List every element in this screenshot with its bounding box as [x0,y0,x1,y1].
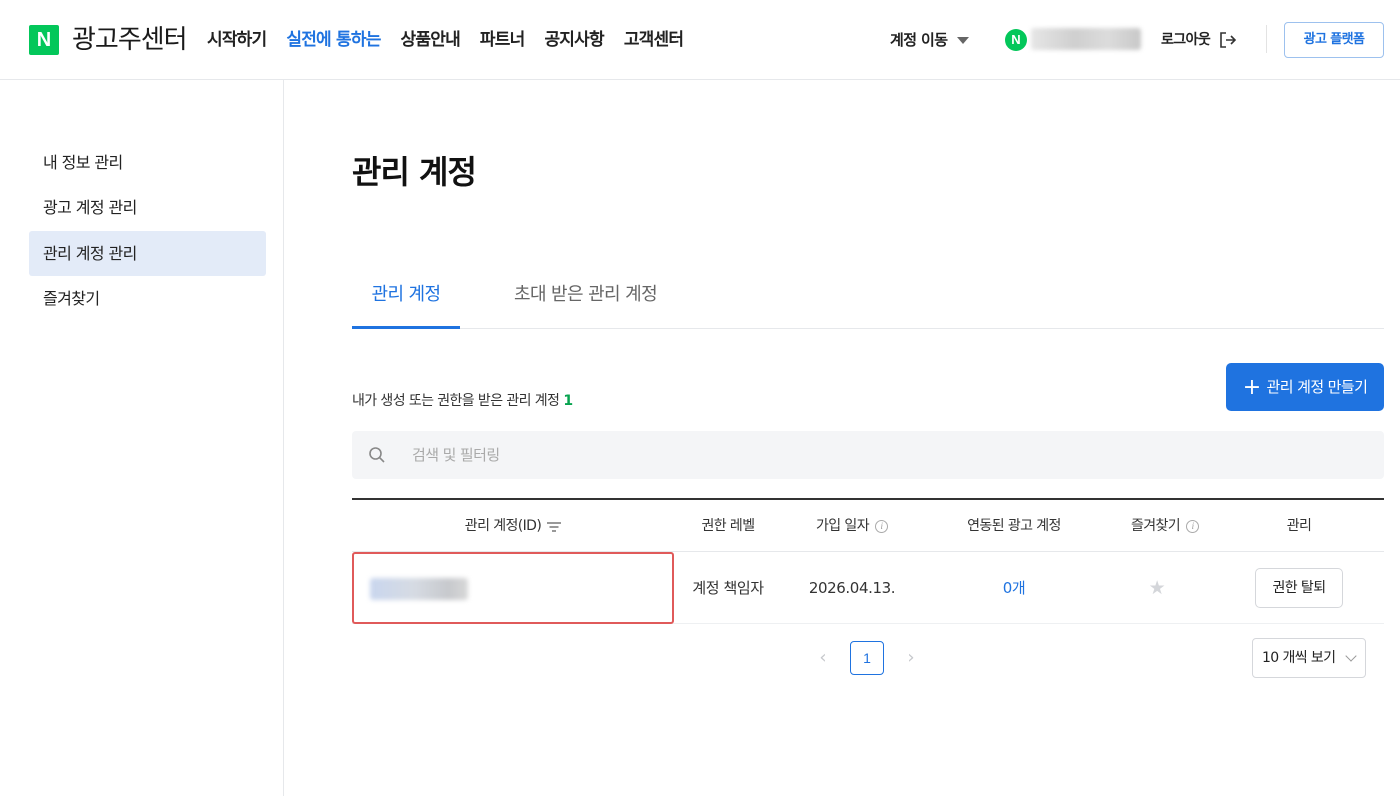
joined-date-cell: 2026.04.13. [808,579,896,597]
naver-user-icon: N [1005,29,1027,51]
next-page-icon[interactable]: › [902,641,920,675]
col-header-linked-accounts: 연동된 광고 계정 [967,518,1061,534]
table-row: 계정 책임자 2026.04.13. 0개 ★ 권한 탈퇴 [352,552,1384,624]
nav-item-support[interactable]: 고객센터 [624,28,684,52]
logout-label: 로그아웃 [1161,32,1211,48]
star-icon[interactable]: ★ [1149,577,1166,599]
col-header-joined-date-label: 가입 일자 [816,518,870,534]
summary-count: 1 [563,393,573,409]
col-header-joined-date: 가입 일자 i [782,500,922,552]
search-input[interactable] [412,431,1352,479]
sidebar: 내 정보 관리 광고 계정 관리 관리 계정 관리 즐겨찾기 [0,80,284,796]
per-page-select[interactable]: 10 개씩 보기 [1252,638,1366,678]
nav-item-start[interactable]: 시작하기 [207,28,267,52]
sidebar-item-favorites[interactable]: 즐겨찾기 [29,276,266,321]
linked-accounts-link[interactable]: 0개 [922,552,1106,624]
header-divider [1266,25,1267,53]
create-manager-account-button[interactable]: + 관리 계정 만들기 [1226,363,1384,411]
naver-logo-icon[interactable]: N [29,25,59,55]
per-page-label: 10 개씩 보기 [1262,650,1336,666]
chevron-down-icon [1345,650,1357,662]
summary-text: 내가 생성 또는 권한을 받은 관리 계정 [352,393,560,409]
col-header-favorites: 즐겨찾기 i [1106,500,1224,552]
global-nav: 시작하기 실전에 통하는 상품안내 파트너 공지사항 고객센터 [207,28,684,52]
account-summary: 내가 생성 또는 권한을 받은 관리 계정 1 [352,390,573,412]
pagination: ‹ 1 › [814,641,920,675]
prev-page-icon[interactable]: ‹ [814,641,832,675]
user-name-redacted [1031,28,1141,50]
plus-icon: + [1242,375,1261,400]
col-header-favorites-label: 즐겨찾기 [1130,518,1181,534]
sidebar-item-ad-accounts[interactable]: 광고 계정 관리 [29,185,266,230]
leave-permission-button[interactable]: 권한 탈퇴 [1255,568,1343,608]
tab-invited-manager-accounts[interactable]: 초대 받은 관리 계정 [514,270,658,329]
col-header-account-id-label: 관리 계정(ID) [464,518,542,534]
favorite-cell: ★ [1106,552,1208,624]
sort-filter-icon[interactable] [547,521,562,532]
nav-item-partner[interactable]: 파트너 [480,28,525,52]
logout-icon [1220,32,1237,48]
permission-level-cell: 계정 책임자 [692,579,764,597]
col-header-manage: 관리 [1286,518,1312,534]
nav-item-products[interactable]: 상품안내 [401,28,461,52]
sidebar-item-my-info[interactable]: 내 정보 관리 [29,140,266,185]
nav-item-practical[interactable]: 실전에 통하는 [286,28,381,52]
manager-account-table: 관리 계정(ID) 권한 레벨 가입 일자 i 연동된 광고 계정 즐겨찾기 i… [352,498,1384,624]
col-header-permission: 권한 레벨 [701,518,756,534]
col-header-account-id[interactable]: 관리 계정(ID) [352,500,674,552]
top-header: N 광고주센터 시작하기 실전에 통하는 상품안내 파트너 공지사항 고객센터 … [0,0,1400,80]
table-header: 관리 계정(ID) 권한 레벨 가입 일자 i 연동된 광고 계정 즐겨찾기 i… [352,500,1384,552]
info-icon[interactable]: i [874,519,888,533]
create-button-label: 관리 계정 만들기 [1266,378,1368,396]
page-number[interactable]: 1 [850,641,884,675]
page-title: 관리 계정 [352,153,477,191]
caret-down-icon [957,36,970,44]
tab-bar: 관리 계정 초대 받은 관리 계정 [352,270,1384,329]
tab-manager-accounts[interactable]: 관리 계정 [352,270,460,329]
account-switch-dropdown[interactable]: 계정 이동 [890,29,970,51]
sidebar-item-manager-accounts[interactable]: 관리 계정 관리 [29,231,266,276]
ad-platform-button[interactable]: 광고 플랫폼 [1284,22,1384,58]
logout-button[interactable]: 로그아웃 [1161,29,1238,51]
search-icon [369,447,385,463]
account-id-cell[interactable] [352,552,674,624]
account-id-redacted[interactable] [370,578,468,600]
search-bar [352,431,1384,479]
info-icon[interactable]: i [1186,519,1200,533]
account-switch-label: 계정 이동 [890,31,948,49]
site-title[interactable]: 광고주센터 [72,22,188,58]
nav-item-notice[interactable]: 공지사항 [544,28,604,52]
